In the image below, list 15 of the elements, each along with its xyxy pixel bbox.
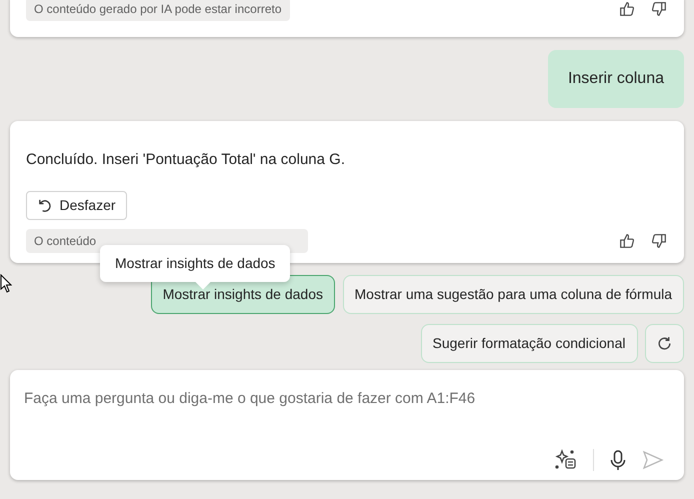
undo-button[interactable]: Desfazer	[26, 190, 127, 220]
user-message: Inserir coluna	[548, 50, 684, 108]
thumbs-up-icon[interactable]	[618, 0, 636, 18]
thumbs-down-icon[interactable]	[650, 232, 668, 250]
message-text: Concluído. Inseri 'Pontuação Total' na coluna G.	[26, 150, 346, 170]
thumbs-up-icon[interactable]	[618, 232, 636, 250]
undo-icon	[37, 198, 52, 212]
disclaimer-text: O conteúdo gerado por IA pode estar incorreto	[26, 0, 290, 21]
refresh-button[interactable]	[645, 324, 684, 363]
pointer-icon	[0, 273, 12, 296]
suggestion-button[interactable]: Mostrar uma sugestão para uma coluna de fórmula	[342, 275, 684, 314]
microphone-icon[interactable]	[609, 449, 627, 471]
thumbs-down-icon[interactable]	[650, 0, 668, 18]
refresh-icon	[656, 335, 673, 352]
suggestion-button[interactable]: Sugerir formatação condicional	[420, 324, 638, 363]
